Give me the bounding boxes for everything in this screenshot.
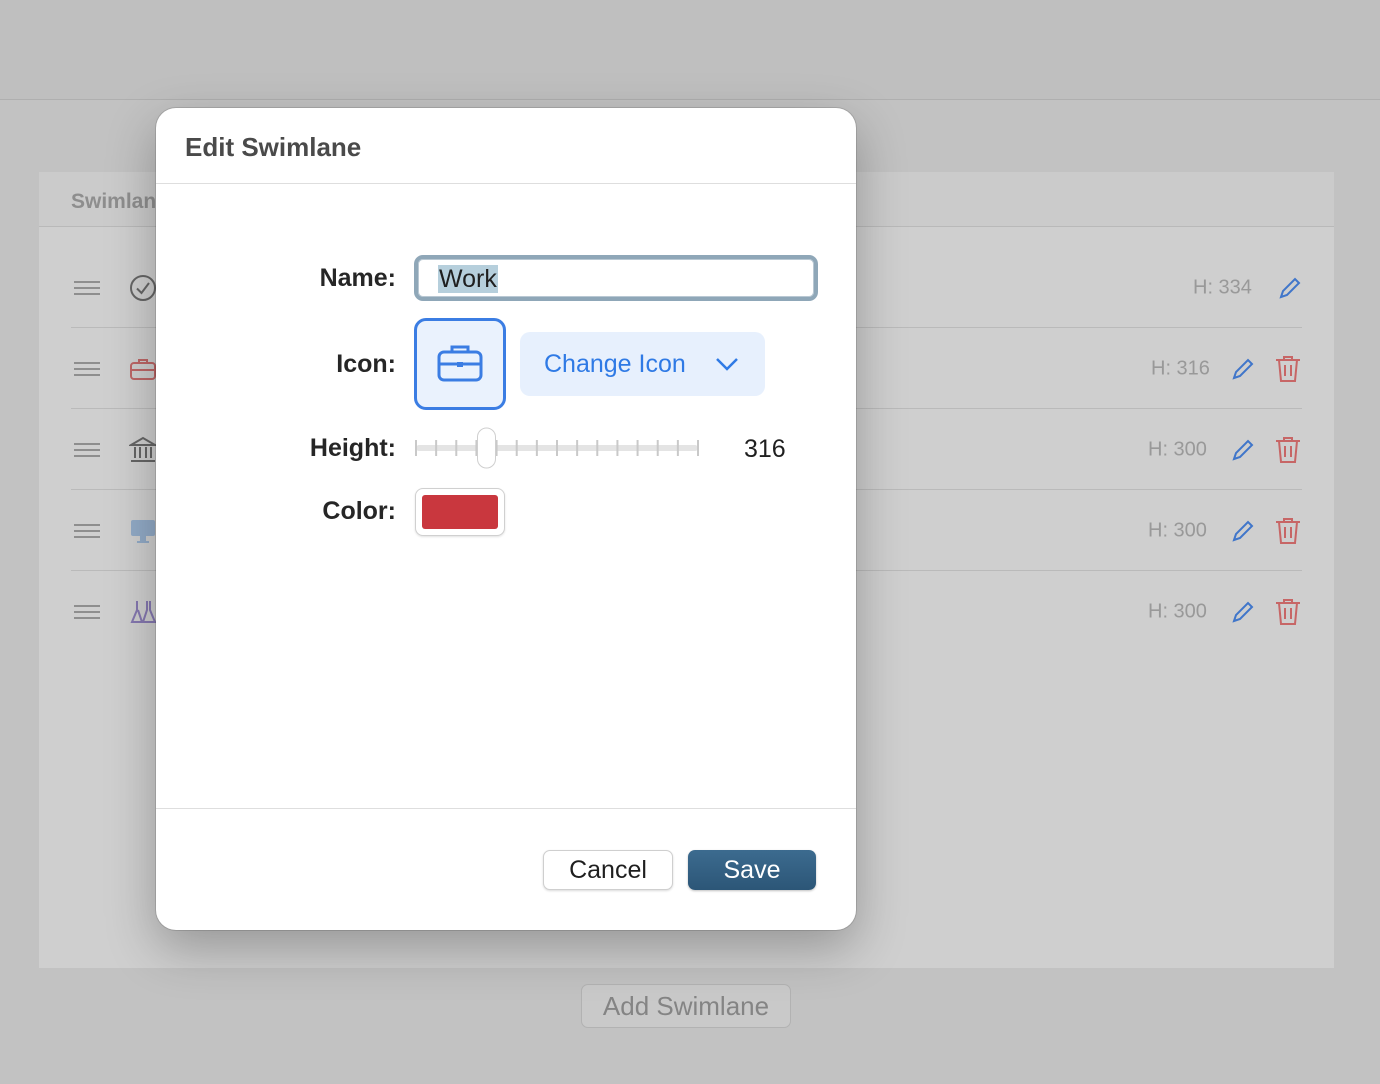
change-icon-label: Change Icon <box>544 350 686 378</box>
name-input-value: Work <box>438 265 498 293</box>
name-input[interactable]: Work <box>414 255 818 301</box>
dialog-title: Edit Swimlane <box>185 132 362 162</box>
slider-thumb[interactable] <box>477 427 496 469</box>
save-button[interactable]: Save <box>688 850 816 890</box>
icon-preview[interactable] <box>414 318 506 410</box>
chevron-down-icon <box>716 358 738 371</box>
height-value: 316 <box>744 435 786 463</box>
change-icon-dropdown[interactable]: Change Icon <box>520 332 765 396</box>
divider <box>156 183 856 184</box>
name-label: Name: <box>319 264 396 292</box>
edit-swimlane-dialog: Edit Swimlane Name: Work Icon: Change Ic… <box>156 108 856 930</box>
height-label: Height: <box>309 434 396 462</box>
height-slider[interactable] <box>414 426 702 470</box>
icon-label: Icon: <box>336 350 396 378</box>
cancel-button[interactable]: Cancel <box>543 850 673 890</box>
briefcase-icon <box>437 345 483 382</box>
color-picker-well[interactable] <box>415 488 505 536</box>
color-swatch <box>422 495 498 529</box>
color-label: Color: <box>322 497 396 525</box>
divider <box>156 808 856 809</box>
